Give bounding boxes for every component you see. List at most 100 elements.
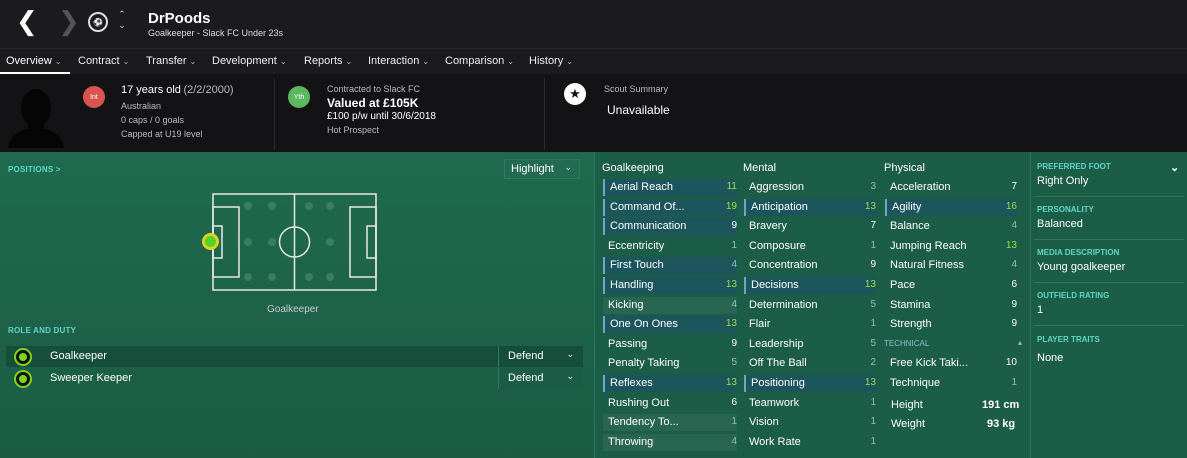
chevron-down-icon: ⌄ — [422, 57, 430, 66]
attribute-row[interactable]: Throwing 4 — [603, 433, 737, 451]
chevron-down-icon[interactable]: ⌄ — [116, 21, 128, 32]
attribute-row[interactable]: Kicking 4 — [603, 296, 737, 314]
tab-comparison[interactable]: Comparison ⌄ — [445, 55, 514, 67]
attribute-value: 9 — [731, 337, 737, 349]
tab-contract[interactable]: Contract ⌄ — [78, 55, 129, 67]
tab-interaction[interactable]: Interaction ⌄ — [368, 55, 429, 67]
attribute-row[interactable]: Aggression 3 — [744, 179, 876, 196]
attribute-row[interactable]: Concentration 9 — [744, 257, 876, 274]
attribute-row[interactable]: Technique 1 — [885, 375, 1017, 392]
tab-transfer[interactable]: Transfer ⌄ — [146, 55, 196, 67]
attribute-name: Tendency To... — [608, 416, 679, 429]
attribute-name: First Touch — [610, 259, 664, 272]
international-badge-icon: Int — [83, 86, 105, 108]
attribute-value: 1 — [870, 435, 876, 447]
attribute-name: Free Kick Taki... — [890, 357, 969, 369]
scout-summary-value[interactable]: Unavailable — [607, 103, 670, 117]
attribute-row[interactable]: Command Of... 19 — [603, 198, 737, 216]
chevron-down-icon: ⌄ — [189, 57, 197, 66]
attribute-row[interactable]: Anticipation 13 — [744, 198, 876, 216]
attribute-value: 13 — [725, 279, 737, 290]
collapse-up-icon[interactable]: ▴ — [1018, 338, 1022, 347]
attribute-row[interactable]: Communication 9 — [603, 218, 737, 236]
attribute-row[interactable]: Agility 16 — [885, 198, 1017, 216]
attribute-row[interactable]: Composure 1 — [744, 238, 876, 255]
attribute-row[interactable]: Vision 1 — [744, 414, 876, 431]
goalkeeper-position-marker[interactable] — [202, 233, 219, 250]
attribute-row[interactable]: Aerial Reach 11 — [603, 179, 737, 196]
attribute-row[interactable]: Off The Ball 2 — [744, 355, 876, 372]
attribute-row[interactable]: Work Rate 1 — [744, 434, 876, 451]
divider — [544, 78, 545, 150]
chevron-up-icon[interactable]: ⌃ — [116, 10, 128, 21]
attribute-name: Acceleration — [890, 181, 951, 193]
player-navigator-icon[interactable]: ⌃ ⌄ — [116, 10, 128, 32]
attribute-name: Bravery — [749, 220, 787, 233]
attribute-row[interactable]: Strength 9 — [885, 316, 1017, 333]
attribute-name: Pace — [890, 279, 916, 291]
highlight-dropdown[interactable]: Highlight ⌄ — [504, 159, 580, 179]
back-arrow-icon[interactable]: ❮ — [16, 8, 38, 36]
tab-development[interactable]: Development ⌄ — [212, 55, 287, 67]
divider — [1034, 196, 1184, 197]
attribute-row[interactable]: Bravery 7 — [744, 218, 876, 235]
role-row-sweeper-keeper[interactable]: Sweeper Keeper Defend ⌄ — [6, 368, 583, 389]
attribute-row[interactable]: Determination 5 — [744, 297, 876, 314]
attribute-row[interactable]: Reflexes 13 — [603, 375, 737, 392]
attribute-name: Balance — [890, 220, 930, 233]
attribute-row[interactable]: One On Ones 13 — [603, 316, 737, 334]
forward-arrow-icon[interactable]: ❯ — [58, 8, 80, 36]
duty-dropdown[interactable]: Defend ⌄ — [498, 368, 583, 389]
attribute-name: Penalty Taking — [608, 357, 680, 370]
attribute-row[interactable]: Acceleration 7 — [885, 179, 1017, 196]
role-row-goalkeeper[interactable]: Goalkeeper Defend ⌄ — [6, 346, 583, 367]
chevron-down-icon: ⌄ — [566, 372, 574, 382]
attribute-row[interactable]: Natural Fitness 4 — [885, 257, 1017, 274]
wage: £100 p/w until 30/6/2018 — [327, 111, 436, 122]
player-traits-value: None — [1037, 352, 1064, 364]
attribute-row[interactable]: Passing 9 — [603, 336, 737, 353]
attribute-name: Eccentricity — [608, 239, 665, 252]
preferred-foot-label: PREFERRED FOOT — [1037, 162, 1111, 171]
attribute-row[interactable]: Tendency To... 1 — [603, 414, 737, 432]
tab-overview[interactable]: Overview ⌄ — [6, 55, 62, 67]
attribute-row[interactable]: Handling 13 — [603, 277, 737, 294]
attribute-name: Decisions — [751, 279, 799, 291]
attribute-row[interactable]: Jumping Reach 13 — [885, 238, 1017, 255]
attribute-row[interactable]: Teamwork 1 — [744, 395, 876, 412]
role-name: Sweeper Keeper — [50, 372, 132, 384]
media-description-value: Young goalkeeper — [1037, 261, 1126, 273]
attribute-row[interactable]: Flair 1 — [744, 316, 876, 333]
chevron-down-icon[interactable]: ⌄ — [1170, 161, 1179, 174]
attribute-row[interactable]: Rushing Out 6 — [603, 395, 737, 412]
scout-summary-title: Scout Summary — [604, 84, 669, 94]
attribute-row[interactable]: Free Kick Taki... 10 — [885, 355, 1017, 372]
attribute-name: Strength — [890, 318, 932, 331]
attribute-row[interactable]: Penalty Taking 5 — [603, 355, 737, 372]
tab-history[interactable]: History ⌄ — [529, 55, 573, 67]
positions-link[interactable]: POSITIONS > — [8, 165, 61, 174]
attribute-row[interactable]: First Touch 4 — [603, 257, 737, 275]
attribute-row[interactable]: Stamina 9 — [885, 297, 1017, 314]
duty-dropdown[interactable]: Defend ⌄ — [498, 346, 583, 367]
club-badge-icon[interactable]: ⚽ — [88, 12, 108, 32]
attribute-name: Aerial Reach — [610, 181, 673, 193]
attribute-row[interactable]: Decisions 13 — [744, 277, 876, 294]
attribute-row[interactable]: Positioning 13 — [744, 375, 876, 392]
tab-reports[interactable]: Reports ⌄ — [304, 55, 352, 67]
chevron-down-icon: ⌄ — [345, 57, 353, 66]
age: 17 years old — [121, 84, 181, 96]
attribute-value: 11 — [726, 181, 737, 192]
attribute-row[interactable]: Eccentricity 1 — [603, 238, 737, 255]
attribute-row[interactable]: Pace 6 — [885, 277, 1017, 294]
chevron-down-icon: ⌄ — [122, 57, 130, 66]
attribute-row[interactable]: Leadership 5 — [744, 336, 876, 353]
attribute-row[interactable]: Balance 4 — [885, 218, 1017, 235]
attribute-name: Composure — [749, 239, 806, 252]
attribute-value: 4 — [1011, 220, 1017, 232]
attribute-name: Anticipation — [751, 200, 808, 213]
attribute-value: 13 — [1005, 239, 1017, 251]
attribute-name: Throwing — [608, 435, 654, 448]
attribute-value: 1 — [731, 239, 737, 251]
star-icon: ★ — [564, 83, 586, 105]
